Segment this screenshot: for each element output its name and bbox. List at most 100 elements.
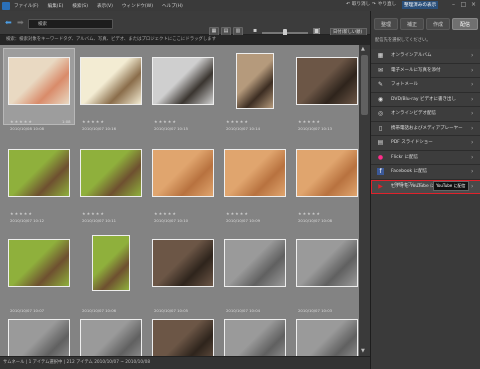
scrollbar-thumb[interactable]	[361, 55, 368, 115]
menu-edit[interactable]: 編集(E)	[48, 3, 64, 9]
forward-icon[interactable]: ➡	[17, 19, 24, 27]
tab-organize[interactable]: 整理	[374, 18, 398, 30]
thumbnail-cell[interactable]	[4, 311, 74, 356]
thumbnail-cell[interactable]: ★★★★★ 2010/10/07 10:13	[292, 49, 359, 131]
photo-thumbnail	[80, 319, 142, 356]
share-option-youtube[interactable]: ▶ ビデオを YouTube に配信 › YouTube に配信	[371, 179, 480, 194]
video-online-icon: ◎	[377, 110, 384, 117]
more-options-link[interactable]: ▾ 詳細オプション	[391, 182, 425, 188]
maximize-icon[interactable]: □	[459, 1, 468, 9]
thumbnail-cell[interactable]: ★★★★★ 2010/10/07 10:15	[148, 49, 218, 131]
share-option-email[interactable]: ✉ 電子メールに写真を添付 ›	[371, 63, 480, 78]
thumbnail-cell[interactable]: ★★★★★ 2010/10/07 10:14	[220, 49, 290, 131]
photo-thumbnail	[296, 149, 358, 197]
photo-thumbnail	[80, 57, 142, 105]
rating-stars[interactable]: ★★★★★	[154, 119, 177, 124]
share-option-label: オンラインビデオ配信	[391, 111, 436, 116]
back-icon[interactable]: ⬅	[5, 19, 12, 27]
tab-create[interactable]: 作成	[426, 18, 450, 30]
flickr-icon: ●	[377, 153, 384, 161]
thumbnail-cell[interactable]: 2010/10/07 10:05	[148, 231, 218, 313]
media-grid: ★★★★★ 2010/10/08 10:08 1:08 ★★★★★ 2010/10/07…	[0, 45, 359, 356]
photo-thumbnail	[236, 53, 274, 109]
search-input[interactable]: 検索	[28, 19, 113, 29]
chevron-right-icon: ›	[471, 95, 474, 103]
chevron-right-icon: ›	[471, 182, 474, 190]
thumbnail-cell[interactable]: ★★★★★ 2010/10/07 10:10	[148, 141, 218, 223]
share-option-label: オンラインアルバム	[391, 53, 432, 58]
grid-scrollbar[interactable]: ▲ ▼	[359, 45, 370, 356]
organizer-button[interactable]: 整理済みの表示	[402, 1, 439, 9]
large-thumb-icon[interactable]: ▣	[313, 26, 321, 35]
redo-button[interactable]: ↷ やり直し	[372, 1, 396, 8]
thumbnail-cell[interactable]: 2010/10/07 10:07	[4, 231, 74, 313]
menu-help[interactable]: ヘルプ(H)	[162, 3, 183, 9]
undo-icon: ↶	[346, 1, 350, 7]
share-option-album[interactable]: ▦ オンラインアルバム ›	[371, 49, 480, 64]
photo-thumbnail	[8, 149, 70, 197]
thumbnail-cell[interactable]	[76, 311, 146, 356]
video-duration: 1:08	[62, 119, 71, 124]
share-option-facebook[interactable]: f Facebook に配信 ›	[371, 165, 480, 180]
small-thumb-icon[interactable]: ▪	[253, 27, 257, 34]
thumbnail-cell[interactable]	[148, 311, 218, 356]
tab-share[interactable]: 配信	[452, 18, 478, 30]
menu-view[interactable]: 表示(V)	[97, 3, 113, 9]
share-option-dvd[interactable]: ◉ DVD/Blu-ray ビデオに書き出し ›	[371, 92, 480, 107]
thumbnail-date: 2010/10/07 10:13	[298, 126, 333, 131]
close-icon[interactable]: ×	[469, 1, 478, 9]
rating-stars[interactable]: ★★★★★	[154, 211, 177, 216]
share-option-pdf[interactable]: ▤ PDF スライドショー ›	[371, 136, 480, 151]
photo-thumbnail	[296, 319, 358, 356]
menu-file[interactable]: ファイル(F)	[14, 3, 39, 9]
scroll-down-icon[interactable]: ▼	[361, 348, 365, 354]
share-option-flickr[interactable]: ● Flickr に配信 ›	[371, 150, 480, 165]
thumbnail-date: 2010/10/07 10:10	[154, 218, 189, 223]
tab-fix[interactable]: 補正	[400, 18, 424, 30]
panel-hint: 配信先を選択してください。	[375, 38, 431, 43]
thumbnail-cell[interactable]: ★★★★★ 2010/10/07 10:08	[292, 141, 359, 223]
rating-stars[interactable]: ★★★★★	[10, 119, 33, 124]
share-option-photo-mail[interactable]: ✎ フォトメール ›	[371, 78, 480, 93]
thumbnail-date: 2010/10/07 10:14	[226, 126, 261, 131]
thumbnail-cell[interactable]: ★★★★★ 2010/10/07 10:09	[220, 141, 290, 223]
share-option-mobile[interactable]: ▯ 携帯電話およびメディアプレーヤー ›	[371, 121, 480, 136]
photo-thumbnail	[152, 57, 214, 105]
menu-search[interactable]: 検索(S)	[72, 3, 88, 9]
thumbnail-size-slider[interactable]	[262, 29, 308, 37]
undo-button[interactable]: ↶ 取り消し	[346, 1, 370, 8]
rating-stars[interactable]: ★★★★★	[226, 211, 249, 216]
thumbnail-cell[interactable]	[292, 311, 359, 356]
rating-stars[interactable]: ★★★★★	[298, 211, 321, 216]
thumbnail-cell[interactable]: 2010/10/07 10:03	[292, 231, 359, 313]
share-option-label: 電子メールに写真を添付	[391, 67, 441, 73]
share-options-list: ▦ オンラインアルバム › ✉ 電子メールに写真を添付 › ✎ フォトメール › ◉ DVD/Blu…	[371, 49, 480, 194]
thumbnail-cell[interactable]: ★★★★★ 2010/10/07 10:16	[76, 49, 146, 131]
scroll-up-icon[interactable]: ▲	[361, 46, 365, 52]
thumbnail-cell[interactable]: 2010/10/07 10:04	[220, 231, 290, 313]
menu-window[interactable]: ウィンドウ(W)	[122, 3, 153, 9]
thumbnail-cell[interactable]: ★★★★★ 2010/10/07 10:12	[4, 141, 74, 223]
rating-stars[interactable]: ★★★★★	[298, 119, 321, 124]
chevron-right-icon: ›	[471, 168, 474, 175]
rating-stars[interactable]: ★★★★★	[82, 211, 105, 216]
thumbnail-cell-selected[interactable]: ★★★★★ 2010/10/08 10:08 1:08	[3, 48, 75, 131]
menu-bar: ファイル(F) 編集(E) 検索(S) 表示(V) ウィンドウ(W) ヘルプ(H…	[0, 0, 480, 11]
thumbnail-cell[interactable]	[220, 311, 290, 356]
photo-thumbnail	[8, 57, 70, 105]
dvd-icon: ◉	[377, 95, 384, 103]
chevron-right-icon: ›	[471, 52, 474, 59]
share-option-video-online[interactable]: ◎ オンラインビデオ配信 ›	[371, 107, 480, 122]
chevron-right-icon: ›	[471, 81, 474, 88]
photo-thumbnail	[80, 149, 142, 197]
thumbnail-cell[interactable]: ★★★★★ 2010/10/07 10:11	[76, 141, 146, 223]
facebook-icon: f	[377, 168, 384, 175]
photo-thumbnail	[224, 149, 286, 197]
thumbnail-cell[interactable]: 2010/10/07 10:06	[76, 231, 146, 313]
chevron-right-icon: ›	[471, 110, 474, 117]
chevron-right-icon: ›	[471, 124, 474, 132]
rating-stars[interactable]: ★★★★★	[226, 119, 249, 124]
rating-stars[interactable]: ★★★★★	[82, 119, 105, 124]
minimize-icon[interactable]: –	[449, 1, 458, 9]
rating-stars[interactable]: ★★★★★	[10, 211, 33, 216]
